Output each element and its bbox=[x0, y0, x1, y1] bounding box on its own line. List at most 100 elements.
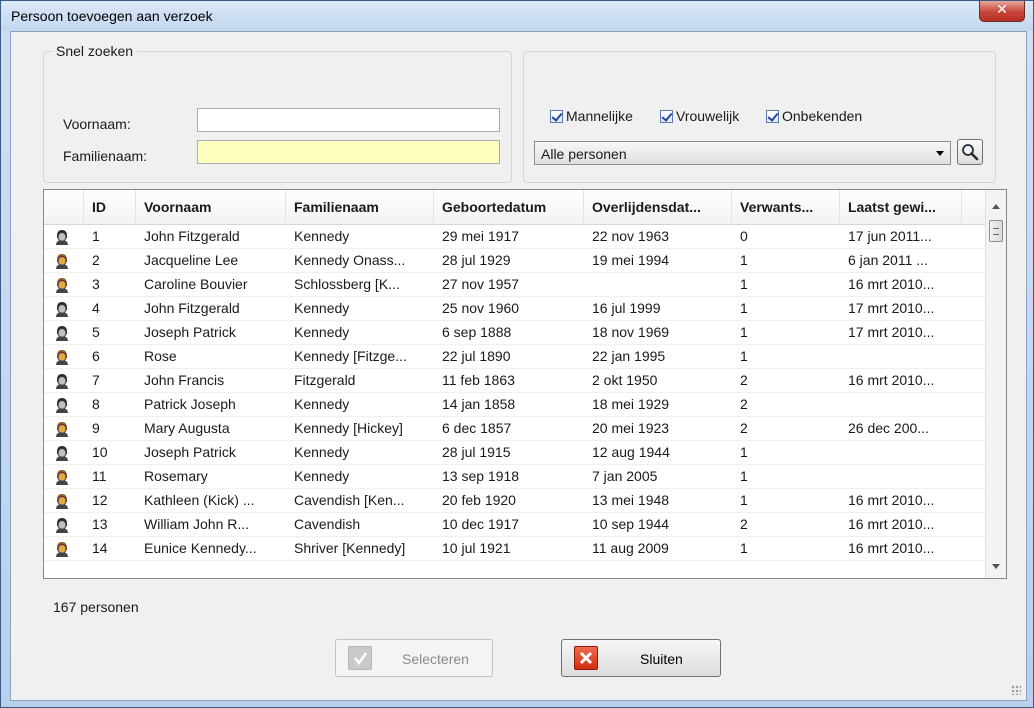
table-row[interactable]: 6 Rose Kennedy [Fitzge... 22 jul 1890 22 jan… bbox=[44, 345, 985, 369]
checkbox-male[interactable]: Mannelijke bbox=[550, 108, 633, 124]
table-row[interactable]: 11 Rosemary Kennedy 13 sep 1918 7 jan 2005 1 bbox=[44, 465, 985, 489]
cell-deathdate: 2 okt 1950 bbox=[592, 372, 658, 388]
column-header-deathdate[interactable]: Overlijdensdat... bbox=[584, 190, 732, 224]
cell-birthdate: 28 jul 1929 bbox=[442, 252, 511, 268]
female-person-icon bbox=[54, 252, 70, 269]
checkbox-female[interactable]: Vrouwelijk bbox=[660, 108, 763, 124]
table-body: 1 John Fitzgerald Kennedy 29 mei 1917 22 nov… bbox=[44, 225, 985, 561]
cell-deathdate: 10 sep 1944 bbox=[592, 516, 670, 532]
cell-id: 10 bbox=[92, 444, 108, 460]
dialog-window: Persoon toevoegen aan verzoek ✕ Snel zoe… bbox=[0, 0, 1034, 708]
checkbox-unknown[interactable]: Onbekenden bbox=[766, 108, 862, 124]
cell-deathdate: 22 jan 1995 bbox=[592, 348, 666, 364]
checkmark-icon bbox=[348, 646, 372, 670]
cell-id: 7 bbox=[92, 372, 100, 388]
table-row[interactable]: 14 Eunice Kennedy... Shriver [Kennedy] 10 j… bbox=[44, 537, 985, 561]
search-button[interactable] bbox=[957, 139, 983, 165]
female-person-icon bbox=[54, 420, 70, 437]
cell-relation: 1 bbox=[740, 444, 748, 460]
cell-id: 12 bbox=[92, 492, 108, 508]
cell-id: 6 bbox=[92, 348, 100, 364]
table-row[interactable]: 13 William John R... Cavendish 10 dec 1917 1… bbox=[44, 513, 985, 537]
firstname-label: Voornaam: bbox=[63, 116, 131, 132]
column-header-lastname[interactable]: Familienaam bbox=[286, 190, 434, 224]
vertical-scrollbar[interactable] bbox=[985, 190, 1006, 578]
cell-last-modified: 16 mrt 2010... bbox=[848, 540, 935, 556]
cell-last-modified: 17 mrt 2010... bbox=[848, 324, 935, 340]
cell-firstname: Joseph Patrick bbox=[144, 444, 236, 460]
cell-deathdate: 22 nov 1963 bbox=[592, 228, 670, 244]
cell-lastname: Kennedy bbox=[294, 324, 350, 340]
cell-relation: 1 bbox=[740, 540, 748, 556]
lastname-input[interactable] bbox=[197, 140, 500, 164]
table-row[interactable]: 12 Kathleen (Kick) ... Cavendish [Ken... 20… bbox=[44, 489, 985, 513]
scroll-up-icon[interactable] bbox=[992, 204, 1000, 209]
male-person-icon bbox=[54, 324, 70, 341]
cell-last-modified: 16 mrt 2010... bbox=[848, 276, 935, 292]
cell-lastname: Cavendish bbox=[294, 516, 361, 532]
checkbox-female-label: Vrouwelijk bbox=[676, 108, 740, 124]
column-header-id[interactable]: ID bbox=[84, 190, 136, 224]
column-header-birthdate[interactable]: Geboortedatum bbox=[434, 190, 584, 224]
checkbox-unknown-box[interactable] bbox=[766, 109, 779, 123]
cell-firstname: Patrick Joseph bbox=[144, 396, 236, 412]
cell-firstname: John Francis bbox=[144, 372, 225, 388]
table-row[interactable]: 9 Mary Augusta Kennedy [Hickey] 6 dec 1857 2… bbox=[44, 417, 985, 441]
table-row[interactable]: 7 John Francis Fitzgerald 11 feb 1863 2 okt … bbox=[44, 369, 985, 393]
cell-lastname: Kennedy bbox=[294, 396, 350, 412]
cell-firstname: Joseph Patrick bbox=[144, 324, 236, 340]
cell-last-modified: 16 mrt 2010... bbox=[848, 372, 935, 388]
column-header-relation[interactable]: Verwants... bbox=[732, 190, 840, 224]
table-row[interactable]: 1 John Fitzgerald Kennedy 29 mei 1917 22 nov… bbox=[44, 225, 985, 249]
window-close-button[interactable]: ✕ bbox=[979, 1, 1025, 22]
cell-last-modified: 16 mrt 2010... bbox=[848, 516, 935, 532]
cell-last-modified: 17 jun 2011... bbox=[848, 228, 932, 244]
male-person-icon bbox=[54, 444, 70, 461]
cell-lastname: Kennedy [Fitzge... bbox=[294, 348, 407, 364]
person-scope-select[interactable]: Alle personen bbox=[534, 141, 951, 165]
resize-grip[interactable] bbox=[1011, 685, 1021, 695]
cell-birthdate: 11 feb 1863 bbox=[442, 372, 515, 388]
checkbox-female-box[interactable] bbox=[660, 109, 673, 123]
column-header-last-modified[interactable]: Laatst gewi... bbox=[840, 190, 962, 224]
cell-lastname: Fitzgerald bbox=[294, 372, 356, 388]
close-button[interactable]: Sluiten bbox=[561, 639, 721, 677]
cell-id: 13 bbox=[92, 516, 108, 532]
cell-birthdate: 14 jan 1858 bbox=[442, 396, 516, 412]
cell-birthdate: 10 dec 1917 bbox=[442, 516, 520, 532]
checkbox-male-box[interactable] bbox=[550, 109, 563, 123]
cell-relation: 1 bbox=[740, 276, 748, 292]
cell-lastname: Kennedy bbox=[294, 444, 350, 460]
table-row[interactable]: 8 Patrick Joseph Kennedy 14 jan 1858 18 mei … bbox=[44, 393, 985, 417]
cell-deathdate: 18 mei 1929 bbox=[592, 396, 670, 412]
cell-id: 2 bbox=[92, 252, 100, 268]
column-header-icon[interactable] bbox=[44, 190, 84, 224]
cell-relation: 1 bbox=[740, 324, 748, 340]
scroll-thumb[interactable] bbox=[989, 220, 1003, 242]
cell-id: 8 bbox=[92, 396, 100, 412]
select-button-label: Selecteren bbox=[402, 651, 469, 667]
scroll-down-icon[interactable] bbox=[992, 564, 1000, 569]
table-row[interactable]: 2 Jacqueline Lee Kennedy Onass... 28 jul 19… bbox=[44, 249, 985, 273]
cell-birthdate: 10 jul 1921 bbox=[442, 540, 511, 556]
select-button[interactable]: Selecteren bbox=[335, 639, 493, 677]
title-bar[interactable]: Persoon toevoegen aan verzoek ✕ bbox=[1, 1, 1033, 31]
male-person-icon bbox=[54, 516, 70, 533]
persons-table[interactable]: ID Voornaam Familienaam Geboortedatum Ov… bbox=[43, 189, 1007, 579]
cell-id: 5 bbox=[92, 324, 100, 340]
cell-relation: 1 bbox=[740, 348, 748, 364]
cell-firstname: Eunice Kennedy... bbox=[144, 540, 257, 556]
cell-birthdate: 20 feb 1920 bbox=[442, 492, 516, 508]
female-person-icon bbox=[54, 492, 70, 509]
cell-firstname: William John R... bbox=[144, 516, 250, 532]
table-header: ID Voornaam Familienaam Geboortedatum Ov… bbox=[44, 190, 985, 225]
cell-firstname: Kathleen (Kick) ... bbox=[144, 492, 255, 508]
firstname-input[interactable] bbox=[197, 108, 500, 132]
table-row[interactable]: 3 Caroline Bouvier Schlossberg [K... 27 nov… bbox=[44, 273, 985, 297]
table-row[interactable]: 10 Joseph Patrick Kennedy 28 jul 1915 12 aug… bbox=[44, 441, 985, 465]
table-row[interactable]: 5 Joseph Patrick Kennedy 6 sep 1888 18 nov 1… bbox=[44, 321, 985, 345]
female-person-icon bbox=[54, 540, 70, 557]
cell-id: 11 bbox=[92, 468, 107, 484]
column-header-firstname[interactable]: Voornaam bbox=[136, 190, 286, 224]
table-row[interactable]: 4 John Fitzgerald Kennedy 25 nov 1960 16 jul… bbox=[44, 297, 985, 321]
